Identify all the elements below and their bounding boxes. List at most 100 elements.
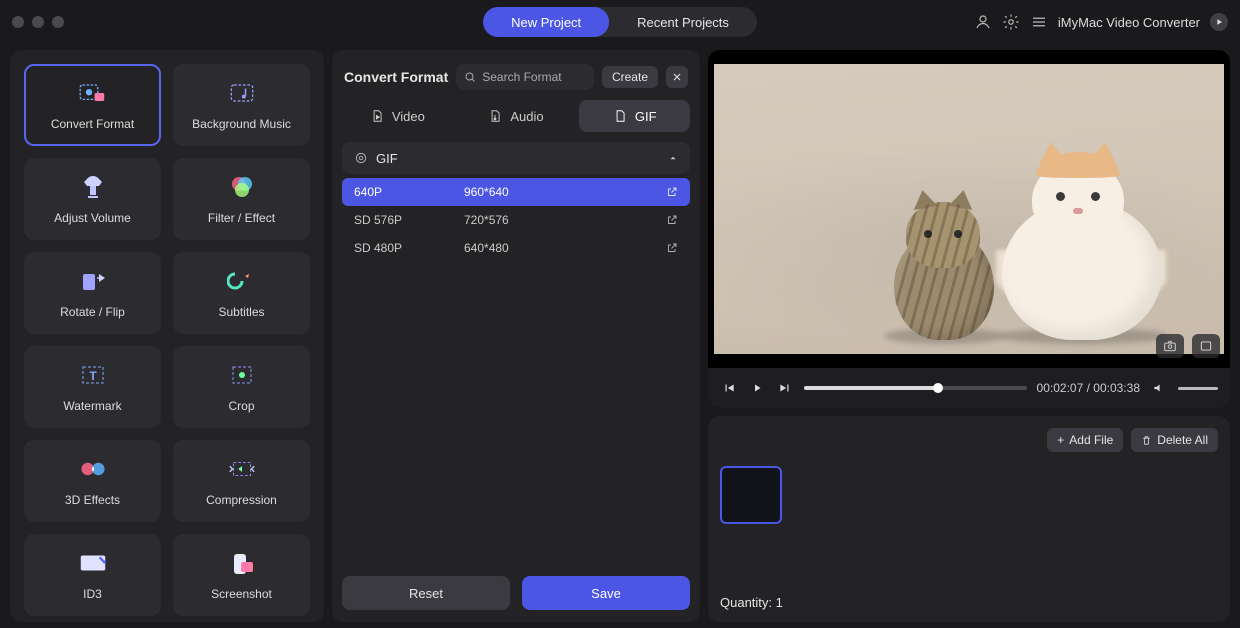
resolution-label: SD 576P [354,213,464,227]
queue-actions: + Add File Delete All [720,428,1218,452]
traffic-close[interactable] [12,16,24,28]
resolution-dim: 720*576 [464,213,666,227]
external-link-icon[interactable] [666,242,678,254]
tab-new-project[interactable]: New Project [483,7,609,37]
seek-bar[interactable] [804,386,1027,390]
title-bar: New Project Recent Projects iMyMac Video… [0,0,1240,44]
tool-background-music[interactable]: Background Music [173,64,310,146]
tool-label: Watermark [63,399,121,413]
snapshot-button[interactable] [1156,334,1184,358]
close-icon [671,71,683,83]
delete-all-button[interactable]: Delete All [1131,428,1218,452]
add-file-label: Add File [1069,433,1113,447]
tool-label: Subtitles [218,305,264,319]
delete-all-label: Delete All [1157,433,1208,447]
tool-label: Background Music [192,117,291,131]
settings-icon[interactable] [1002,13,1020,31]
fullscreen-button[interactable] [1192,334,1220,358]
trash-icon [1141,435,1152,446]
next-button[interactable] [776,379,794,397]
app-play-icon[interactable] [1210,13,1228,31]
fullscreen-icon [1198,339,1214,353]
screenshot-icon [226,549,258,577]
white-fluffy-cat [992,160,1172,340]
prev-button[interactable] [720,379,738,397]
search-format-input[interactable]: Search Format [456,64,594,90]
add-file-button[interactable]: + Add File [1047,428,1123,452]
tool-crop[interactable]: Crop [173,346,310,428]
menu-icon[interactable] [1030,13,1048,31]
resolution-label: SD 480P [354,241,464,255]
queue-thumbnails [720,466,1218,524]
queue-thumbnail-1[interactable] [720,466,782,524]
tool-label: Adjust Volume [54,211,131,225]
tool-3d-effects[interactable]: 3D Effects [24,440,161,522]
resolution-dim: 640*480 [464,241,666,255]
adjust-volume-icon [77,173,109,201]
preview-image-cats [714,64,1224,354]
plus-icon: + [1057,433,1064,447]
gif-file-icon [613,109,627,123]
subtitles-icon [226,267,258,295]
tool-convert-format[interactable]: Convert Format [24,64,161,146]
save-button[interactable]: Save [522,576,690,610]
app-name-label: iMyMac Video Converter [1058,15,1200,30]
close-panel-button[interactable] [666,66,688,88]
preview-card: 00:02:07 / 00:03:38 [708,50,1230,408]
compression-icon [226,455,258,483]
convert-panel: Convert Format Search Format Create Vide… [332,50,700,622]
tool-screenshot[interactable]: Screenshot [173,534,310,616]
tab-recent-projects[interactable]: Recent Projects [609,7,757,37]
tool-watermark[interactable]: T Watermark [24,346,161,428]
resolution-option-SD-576P[interactable]: SD 576P720*576 [342,206,690,234]
external-link-icon[interactable] [666,214,678,226]
tool-label: 3D Effects [65,493,120,507]
tool-label: ID3 [83,587,102,601]
main-columns: Convert Format Background Music Adjust Vol… [0,44,1240,628]
filter-effect-icon [226,173,258,201]
create-button[interactable]: Create [602,66,658,88]
tool-adjust-volume[interactable]: Adjust Volume [24,158,161,240]
tool-filter-effect[interactable]: Filter / Effect [173,158,310,240]
convert-format-icon [77,79,109,107]
preview-stage [708,50,1230,368]
volume-button[interactable] [1150,379,1168,397]
crop-icon [226,361,258,389]
traffic-minimize[interactable] [32,16,44,28]
project-tab-switch: New Project Recent Projects [483,7,757,37]
volume-slider[interactable] [1178,387,1218,390]
play-button[interactable] [748,379,766,397]
audio-file-icon [488,109,502,123]
resolution-option-640P[interactable]: 640P960*640 [342,178,690,206]
top-right-cluster: iMyMac Video Converter [974,13,1228,31]
window-controls [12,16,64,28]
camera-icon [1162,339,1178,353]
tool-subtitles[interactable]: Subtitles [173,252,310,334]
account-icon[interactable] [974,13,992,31]
svg-text:T: T [89,369,97,383]
traffic-zoom[interactable] [52,16,64,28]
playback-bar: 00:02:07 / 00:03:38 [708,368,1230,408]
quantity-display: Quantity: 1 [720,595,1218,610]
tool-compression[interactable]: Compression [173,440,310,522]
video-file-icon [370,109,384,123]
format-group-gif[interactable]: GIF [342,142,690,174]
tab-audio[interactable]: Audio [461,100,572,132]
resolution-option-SD-480P[interactable]: SD 480P640*480 [342,234,690,262]
watermark-icon: T [77,361,109,389]
tool-label: Screenshot [211,587,272,601]
file-queue-panel: + Add File Delete All Quantity: 1 [708,416,1230,622]
tool-grid: Convert Format Background Music Adjust Vol… [24,64,310,616]
tool-label: Compression [206,493,277,507]
external-link-icon[interactable] [666,186,678,198]
tab-gif[interactable]: GIF [579,100,690,132]
preview-overlay-buttons [1156,334,1220,358]
tab-video[interactable]: Video [342,100,453,132]
search-placeholder-text: Search Format [482,70,561,84]
tool-id3[interactable]: ID3 [24,534,161,616]
convert-action-buttons: Reset Save [342,576,690,612]
tool-rotate-flip[interactable]: Rotate / Flip [24,252,161,334]
reset-button[interactable]: Reset [342,576,510,610]
search-icon [464,71,476,83]
convert-header: Convert Format Search Format Create [344,64,688,90]
